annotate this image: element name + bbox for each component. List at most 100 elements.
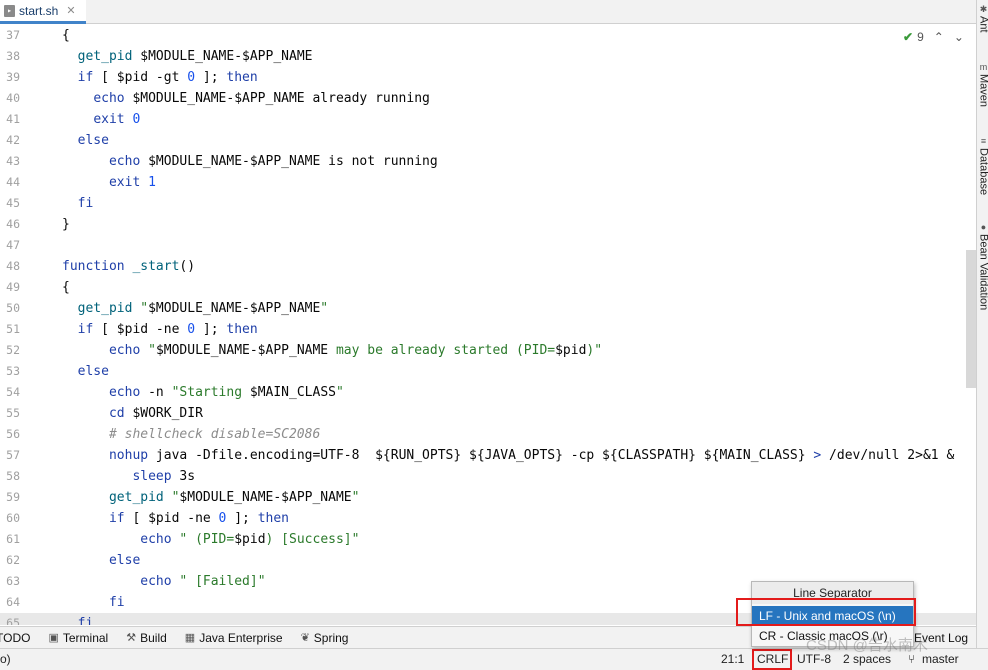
right-tool-ant[interactable]: ✱ Ant <box>978 4 988 33</box>
spring-icon: ❦ <box>300 632 310 644</box>
line-number: 40 <box>6 91 20 105</box>
code-line[interactable]: 40 echo $MODULE_NAME-$APP_NAME already r… <box>0 88 976 109</box>
code-line[interactable]: 61 echo " (PID=$pid) [Success]" <box>0 529 976 550</box>
code-line[interactable]: 57 nohup java -Dfile.encoding=UTF-8 ${RU… <box>0 445 976 466</box>
inspection-widget[interactable]: ✔ 9 ⌃ ⌄ <box>903 30 964 44</box>
line-number: 41 <box>6 112 20 126</box>
check-icon: ✔ <box>903 30 914 44</box>
code-text: echo $MODULE_NAME-$APP_NAME is not runni… <box>108 154 438 169</box>
line-number: 49 <box>6 280 20 294</box>
line-number: 45 <box>6 196 20 210</box>
code-text: get_pid $MODULE_NAME-$APP_NAME <box>77 49 313 64</box>
java-enterprise-icon: ▦ <box>184 632 196 644</box>
code-line[interactable]: 52 echo "$MODULE_NAME-$APP_NAME may be a… <box>0 340 976 361</box>
code-line[interactable]: 47 <box>0 235 976 256</box>
code-text: echo -n "Starting $MAIN_CLASS" <box>108 385 344 400</box>
tool-window-build[interactable]: ⚒ Build <box>126 631 167 645</box>
tool-window-terminal[interactable]: ▣ Terminal <box>48 631 108 645</box>
chevron-down-icon[interactable]: ⌄ <box>954 30 964 44</box>
code-line[interactable]: 45 fi <box>0 193 976 214</box>
line-number: 59 <box>6 490 20 504</box>
code-text: sleep 3s <box>132 469 196 484</box>
code-line[interactable]: 55 cd $WORK_DIR <box>0 403 976 424</box>
right-tool-maven[interactable]: m Maven <box>978 62 988 107</box>
line-number: 47 <box>6 238 20 252</box>
code-text: { <box>62 28 70 43</box>
crlf-highlight-box <box>752 649 792 670</box>
code-line[interactable]: 44 exit 1 <box>0 172 976 193</box>
code-text: get_pid "$MODULE_NAME-$APP_NAME" <box>108 490 360 505</box>
code-text: echo " [Failed]" <box>140 574 266 589</box>
code-text: echo " (PID=$pid) [Success]" <box>140 532 360 547</box>
line-number: 56 <box>6 427 20 441</box>
right-tool-bean-validation[interactable]: ● Bean Validation <box>978 222 988 310</box>
editor-tab-bar: ▸ start.sh ✕ <box>0 0 976 24</box>
line-number: 52 <box>6 343 20 357</box>
code-line[interactable]: 59 get_pid "$MODULE_NAME-$APP_NAME" <box>0 487 976 508</box>
database-icon: ≡ <box>980 136 987 146</box>
line-number: 58 <box>6 469 20 483</box>
line-number: 44 <box>6 175 20 189</box>
line-number: 37 <box>6 28 20 42</box>
line-number: 55 <box>6 406 20 420</box>
code-line[interactable]: 54 echo -n "Starting $MAIN_CLASS" <box>0 382 976 403</box>
code-line[interactable]: 49 { <box>0 277 976 298</box>
line-number: 53 <box>6 364 20 378</box>
code-text: fi <box>77 196 94 211</box>
code-line[interactable]: 39 if [ $pid -gt 0 ]; then <box>0 67 976 88</box>
line-number: 61 <box>6 532 20 546</box>
code-line[interactable]: 56 # shellcheck disable=SC2086 <box>0 424 976 445</box>
status-left-text: o) <box>0 652 11 666</box>
code-text: echo $MODULE_NAME-$APP_NAME already runn… <box>93 91 430 106</box>
bean-validation-icon: ● <box>980 222 987 232</box>
code-line[interactable]: 53 else <box>0 361 976 382</box>
tool-window-java-enterprise[interactable]: ▦ Java Enterprise <box>185 631 283 645</box>
line-number: 54 <box>6 385 20 399</box>
code-text: fi <box>108 595 125 610</box>
line-number: 43 <box>6 154 20 168</box>
code-line[interactable]: 37 { <box>0 25 976 46</box>
code-text: else <box>77 133 109 148</box>
code-text: else <box>108 553 141 568</box>
code-text: if [ $pid -ne 0 ]; then <box>108 511 289 526</box>
right-tool-label: Ant <box>977 16 988 33</box>
right-tool-label: Bean Validation <box>977 234 988 311</box>
caret-position[interactable]: 21:1 <box>721 652 744 666</box>
code-text: nohup java -Dfile.encoding=UTF-8 ${RUN_O… <box>108 448 955 463</box>
code-line[interactable]: 38 get_pid $MODULE_NAME-$APP_NAME <box>0 46 976 67</box>
code-line[interactable]: 46} <box>0 214 976 235</box>
code-line[interactable]: 43 echo $MODULE_NAME-$APP_NAME is not ru… <box>0 151 976 172</box>
tool-window-todo[interactable]: TODO <box>0 631 30 645</box>
line-number: 57 <box>6 448 20 462</box>
ant-icon: ✱ <box>979 4 988 14</box>
tool-window-spring[interactable]: ❦ Spring <box>301 631 349 645</box>
code-text: { <box>62 280 70 295</box>
line-number: 38 <box>6 49 20 63</box>
code-text: else <box>77 364 109 379</box>
right-tool-strip: ✱ Ant m Maven ≡ Database ● Bean Validati… <box>976 0 988 648</box>
right-tool-database[interactable]: ≡ Database <box>978 136 988 195</box>
code-text: fi <box>77 616 94 625</box>
code-editor[interactable]: 37{38 get_pid $MODULE_NAME-$APP_NAME 39 i… <box>0 25 976 625</box>
line-number: 62 <box>6 553 20 567</box>
chevron-up-icon[interactable]: ⌃ <box>934 30 944 44</box>
shell-file-icon: ▸ <box>4 4 15 17</box>
code-line[interactable]: 50 get_pid "$MODULE_NAME-$APP_NAME" <box>0 298 976 319</box>
right-tool-label: Maven <box>977 74 988 108</box>
tool-window-label: TODO <box>0 630 31 645</box>
close-icon[interactable]: ✕ <box>66 4 75 17</box>
scrollbar-thumb[interactable] <box>966 250 976 388</box>
code-line[interactable]: 51 if [ $pid -ne 0 ]; then <box>0 319 976 340</box>
code-line[interactable]: 48 function _start() <box>0 256 976 277</box>
code-line[interactable]: 62 else <box>0 550 976 571</box>
code-line[interactable]: 41 exit 0 <box>0 109 976 130</box>
tool-window-label: Build <box>140 630 167 645</box>
right-tool-label: Database <box>977 148 988 196</box>
line-number: 65 <box>6 616 20 625</box>
tab-start-sh[interactable]: ▸ start.sh ✕ <box>0 0 86 24</box>
tool-window-label: Spring <box>313 630 349 645</box>
code-line[interactable]: 42 else <box>0 130 976 151</box>
line-number: 50 <box>6 301 20 315</box>
code-line[interactable]: 58 sleep 3s <box>0 466 976 487</box>
code-line[interactable]: 60 if [ $pid -ne 0 ]; then <box>0 508 976 529</box>
